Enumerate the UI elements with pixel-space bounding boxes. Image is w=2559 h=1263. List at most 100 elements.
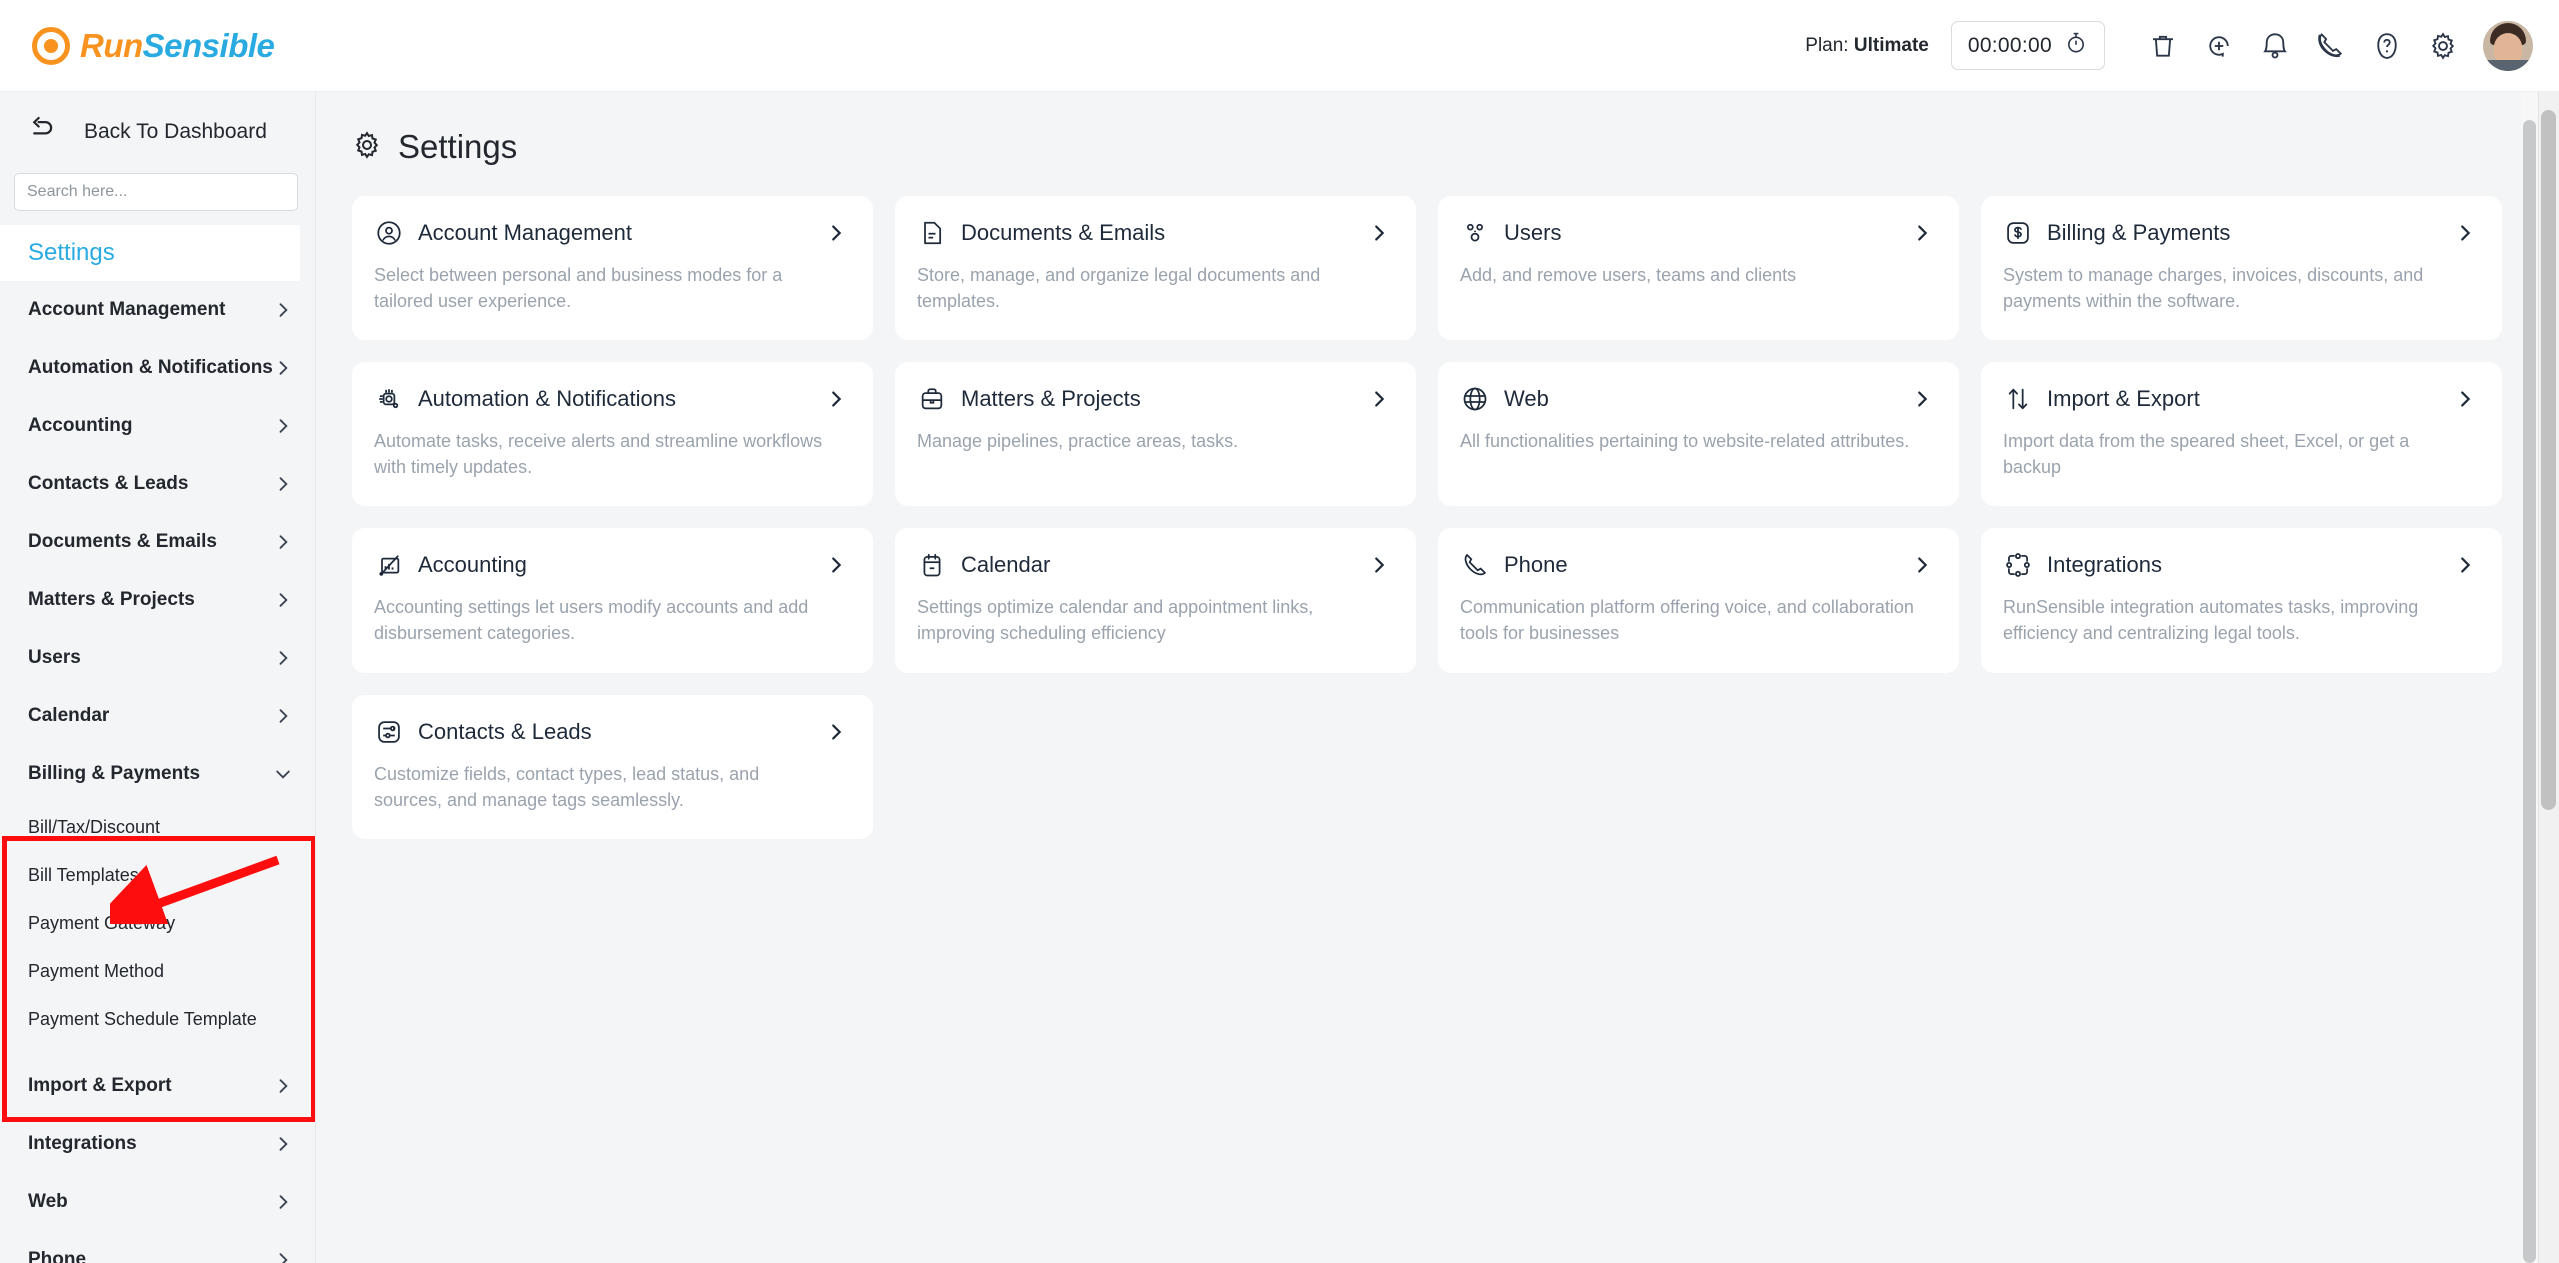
phone-handset-icon: [1460, 550, 1490, 580]
chevron-right-icon[interactable]: [2454, 222, 2476, 244]
top-bar-actions: Plan: Ultimate 00:00:00: [1805, 18, 2559, 74]
avatar[interactable]: [2483, 20, 2533, 71]
notification-bell-icon[interactable]: [2247, 18, 2303, 74]
brand-sensible: Sensible: [142, 26, 275, 64]
calendar-icon: [917, 550, 947, 580]
sidebar-subitem-payment-schedule-template[interactable]: Payment Schedule Template: [0, 995, 315, 1043]
sidebar-item-documents-emails[interactable]: Documents & Emails: [0, 513, 315, 571]
chevron-right-icon: [273, 1076, 293, 1096]
settings-card-accounting[interactable]: Accounting Accounting settings let users …: [352, 528, 873, 673]
page-title: Settings: [398, 128, 518, 165]
chevron-right-icon: [273, 1134, 293, 1154]
card-header: Documents & Emails: [917, 218, 1390, 248]
chevron-right-icon[interactable]: [1911, 222, 1933, 244]
sidebar-item-label: Billing & Payments: [28, 763, 201, 784]
card-description: Store, manage, and organize legal docume…: [917, 265, 1321, 312]
chevron-right-icon[interactable]: [1368, 388, 1390, 410]
content-scrollbar-thumb[interactable]: [2523, 120, 2536, 1263]
card-title: Documents & Emails: [961, 220, 1166, 245]
sidebar-item-users[interactable]: Users: [0, 629, 315, 687]
card-header: Import & Export: [2003, 384, 2476, 414]
phone-icon[interactable]: [2303, 18, 2359, 74]
settings-card-calendar[interactable]: Calendar Settings optimize calendar and a…: [895, 528, 1416, 673]
chevron-down-icon: [273, 764, 293, 784]
app-logo[interactable]: RunSensible: [32, 26, 275, 65]
card-header: Users: [1460, 218, 1933, 248]
window-scrollbar-thumb[interactable]: [2541, 110, 2556, 810]
automation-gear-icon: [374, 384, 404, 414]
chevron-right-icon[interactable]: [825, 554, 847, 576]
integrations-icon: [2003, 550, 2033, 580]
chevron-right-icon[interactable]: [1368, 222, 1390, 244]
dollar-square-icon: [2003, 218, 2033, 248]
arrows-up-down-icon: [2003, 384, 2033, 414]
chevron-right-icon: [273, 648, 293, 668]
sidebar-item-billing-payments[interactable]: Billing & Payments: [0, 745, 315, 803]
card-title: Matters & Projects: [961, 386, 1141, 412]
help-icon[interactable]: [2359, 18, 2415, 74]
settings-card-billing-payments[interactable]: Billing & Payments System to manage charg…: [1981, 196, 2502, 341]
chevron-right-icon: [273, 706, 293, 726]
chevron-right-icon[interactable]: [1368, 554, 1390, 576]
sidebar-subitem-label: Payment Schedule Template: [28, 1008, 257, 1029]
settings-card-automation-notifications[interactable]: Automation & Notifications Automate tasks…: [352, 362, 873, 507]
sidebar-item-settings[interactable]: Settings: [0, 225, 300, 281]
settings-card-account-management[interactable]: Account Management Select between persona…: [352, 196, 873, 341]
timer-widget[interactable]: 00:00:00: [1950, 21, 2105, 70]
sidebar-item-label: Contacts & Leads: [28, 473, 189, 494]
chevron-right-icon: [273, 1192, 293, 1212]
sidebar-item-integrations[interactable]: Integrations: [0, 1115, 315, 1173]
card-description: Automate tasks, receive alerts and strea…: [374, 431, 823, 478]
sidebar-item-accounting[interactable]: Accounting: [0, 397, 315, 455]
add-circle-icon[interactable]: [2191, 18, 2247, 74]
card-description: Settings optimize calendar and appointme…: [917, 597, 1314, 644]
sidebar-subitem-payment-gateway[interactable]: Payment Gateway: [0, 899, 315, 947]
settings-card-contacts-leads[interactable]: Contacts & Leads Customize fields, contac…: [352, 694, 873, 839]
chevron-right-icon: [273, 358, 293, 378]
card-description: Select between personal and business mod…: [374, 265, 783, 312]
chevron-right-icon: [273, 474, 293, 494]
settings-card-users[interactable]: Users Add, and remove users, teams and cl…: [1438, 196, 1959, 341]
chevron-right-icon[interactable]: [825, 222, 847, 244]
sidebar-item-label: Phone: [28, 1249, 87, 1263]
timer-value: 00:00:00: [1967, 33, 2052, 57]
trash-icon[interactable]: [2135, 18, 2191, 74]
stopwatch-icon[interactable]: [2064, 31, 2088, 60]
gear-icon: [352, 130, 382, 165]
chevron-right-icon[interactable]: [2454, 388, 2476, 410]
user-circle-icon: [374, 218, 404, 248]
settings-card-matters-projects[interactable]: Matters & Projects Manage pipelines, prac…: [895, 362, 1416, 507]
chevron-right-icon[interactable]: [1911, 388, 1933, 410]
card-title: Automation & Notifications: [418, 386, 677, 412]
sidebar-item-web[interactable]: Web: [0, 1173, 315, 1231]
chevron-right-icon: [273, 300, 293, 320]
chevron-right-icon[interactable]: [825, 721, 847, 743]
sidebar-subitem-bill-templates[interactable]: Bill Templates: [0, 851, 315, 899]
settings-card-phone[interactable]: Phone Communication platform offering voi…: [1438, 528, 1959, 673]
settings-card-documents-emails[interactable]: Documents & Emails Store, manage, and org…: [895, 196, 1416, 341]
sidebar-item-label: Import & Export: [28, 1075, 172, 1096]
search-input[interactable]: [14, 173, 298, 211]
settings-card-integrations[interactable]: Integrations RunSensible integration auto…: [1981, 528, 2502, 673]
sidebar-item-phone[interactable]: Phone: [0, 1231, 315, 1263]
sidebar-item-account-management[interactable]: Account Management: [0, 281, 315, 339]
gear-icon[interactable]: [2415, 18, 2471, 74]
users-group-icon: [1460, 218, 1490, 248]
sidebar-item-calendar[interactable]: Calendar: [0, 687, 315, 745]
card-header: Integrations: [2003, 550, 2476, 580]
sidebar-item-label: Documents & Emails: [28, 531, 217, 552]
chevron-right-icon[interactable]: [1911, 554, 1933, 576]
sidebar-item-automation-notifications[interactable]: Automation & Notifications: [0, 339, 315, 397]
sidebar-item-label: Automation & Notifications: [28, 357, 273, 378]
chevron-right-icon[interactable]: [825, 388, 847, 410]
sidebar-item-import-export[interactable]: Import & Export: [0, 1057, 315, 1115]
chevron-right-icon[interactable]: [2454, 554, 2476, 576]
sidebar-item-contacts-leads[interactable]: Contacts & Leads: [0, 455, 315, 513]
avatar-shirt: [2483, 59, 2533, 71]
settings-card-import-export[interactable]: Import & Export Import data from the spea…: [1981, 362, 2502, 507]
sidebar-subitem-payment-method[interactable]: Payment Method: [0, 947, 315, 995]
settings-card-web[interactable]: Web All functionalities pertaining to web…: [1438, 362, 1959, 507]
sidebar-item-matters-projects[interactable]: Matters & Projects: [0, 571, 315, 629]
sidebar-subitem-bill-tax-discount[interactable]: Bill/Tax/Discount: [0, 803, 315, 851]
back-to-dashboard-button[interactable]: Back To Dashboard: [0, 92, 315, 169]
